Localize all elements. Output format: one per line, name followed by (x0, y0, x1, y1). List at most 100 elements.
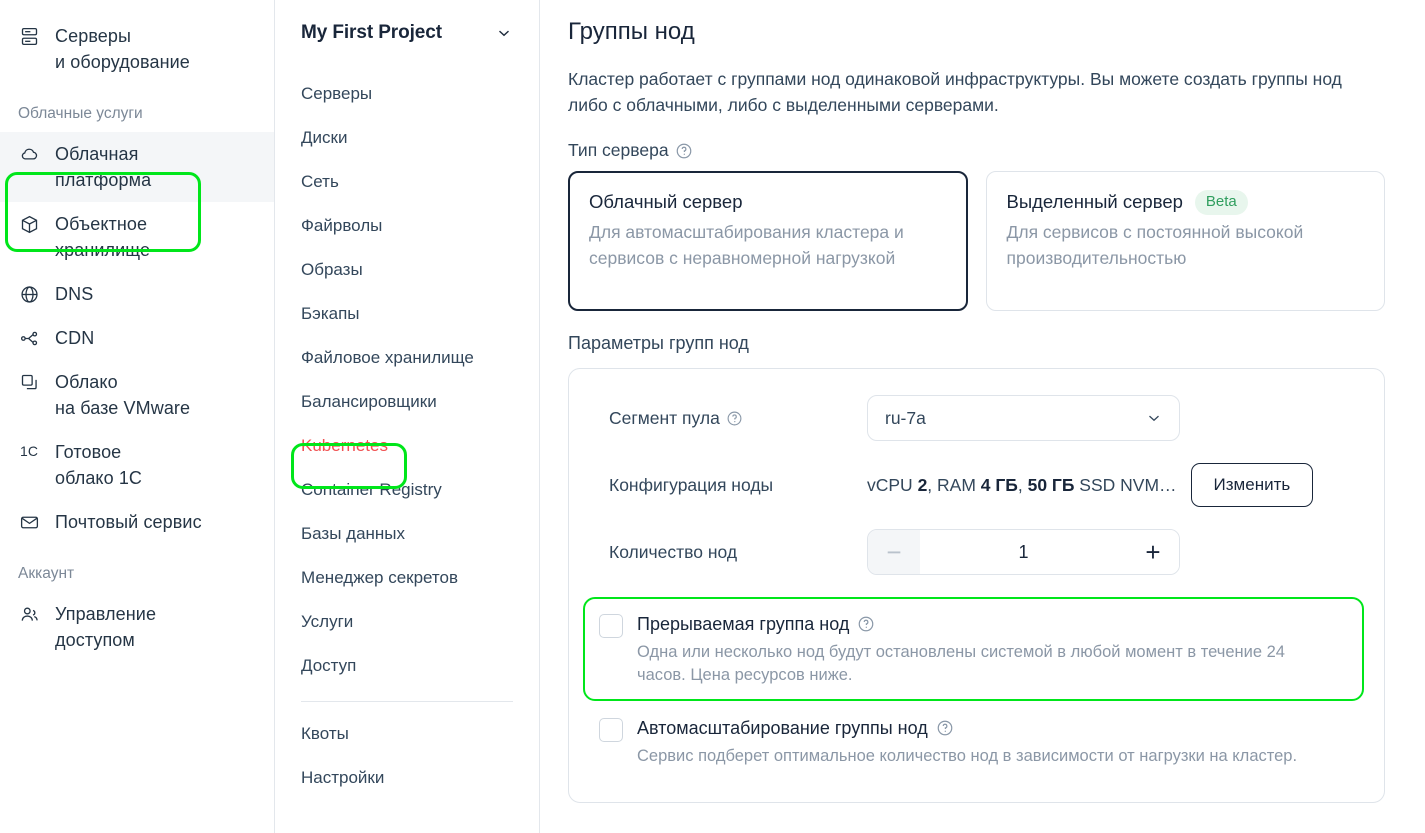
project-nav-item-disks[interactable]: Диски (275, 116, 539, 160)
pool-segment-label: Сегмент пула (609, 408, 720, 429)
change-node-config-button[interactable]: Изменить (1191, 463, 1314, 507)
node-config-mid2: , (1018, 475, 1028, 495)
autoscaling-title-row: Автомасштабирование группы нод (637, 715, 1297, 741)
sidebar-item-cloud-platform[interactable]: Облачная платформа (0, 132, 274, 202)
sidebar-item-vmware-cloud[interactable]: Облако на базе VMware (0, 360, 274, 430)
sidebar-section-title-cloud: Облачные услуги (0, 84, 274, 132)
project-nav-list: Серверы Диски Сеть Файрволы Образы Бэкап… (275, 72, 539, 800)
node-count-stepper[interactable]: − 1 + (867, 529, 1180, 575)
project-nav-item-backups[interactable]: Бэкапы (275, 292, 539, 336)
card-title-row: Выделенный сервер Beta (1007, 189, 1365, 215)
chevron-down-icon (1145, 409, 1163, 427)
project-nav-item-databases[interactable]: Базы данных (275, 512, 539, 556)
server-type-card-cloud-server[interactable]: Облачный сервер Для автомасштабирования … (568, 171, 968, 311)
project-nav-item-servers[interactable]: Серверы (275, 72, 539, 116)
project-nav-item-file-storage[interactable]: Файловое хранилище (275, 336, 539, 380)
project-name: My First Project (301, 22, 442, 44)
preemptible-title-row: Прерываемая группа нод (637, 611, 1337, 637)
page-description: Кластер работает с группами нод одинаков… (568, 66, 1385, 118)
node-count-value: 1 (920, 542, 1127, 563)
project-nav-item-settings[interactable]: Настройки (275, 756, 539, 800)
node-config-disk: 50 ГБ (1028, 475, 1075, 495)
network-nodes-icon (18, 327, 40, 349)
pool-segment-value: ru-7a (885, 408, 926, 429)
preemptible-node-group-row[interactable]: Прерываемая группа нод Одна или нескольк… (583, 597, 1364, 701)
1c-text-icon: 1C (18, 440, 40, 462)
chevron-down-icon[interactable] (495, 24, 513, 42)
preemptible-text-block: Прерываемая группа нод Одна или нескольк… (637, 611, 1337, 687)
sidebar-item-ready-cloud-1c[interactable]: 1C Готовое облако 1С (0, 430, 274, 500)
node-config-value: vCPU 2, RAM 4 ГБ, 50 ГБ SSD NVM… (867, 475, 1177, 496)
project-nav-item-kubernetes[interactable]: Kubernetes (275, 424, 539, 468)
node-config-mid1: , RAM (927, 475, 980, 495)
globe-icon (18, 283, 40, 305)
sidebar-item-label: Готовое облако 1С (55, 439, 142, 491)
server-type-cards: Облачный сервер Для автомасштабирования … (568, 171, 1385, 311)
params-section-title: Параметры групп нод (568, 333, 1385, 354)
autoscaling-title: Автомасштабирование группы нод (637, 715, 928, 741)
param-row-node-count: Количество нод − 1 + (609, 529, 1358, 575)
sidebar-item-label: Облачная платформа (55, 141, 151, 193)
sidebar-item-label: CDN (55, 325, 94, 351)
project-nav-item-container-registry[interactable]: Container Registry (275, 468, 539, 512)
project-nav-divider (301, 701, 513, 702)
node-count-decrement-button[interactable]: − (868, 530, 920, 574)
preemptible-description: Одна или несколько нод будут остановлены… (637, 641, 1337, 687)
project-selector[interactable]: My First Project (275, 16, 539, 50)
sidebar-item-label: Облако на базе VMware (55, 369, 190, 421)
autoscaling-checkbox[interactable] (599, 718, 623, 742)
sidebar-item-label: DNS (55, 281, 93, 307)
sidebar-item-cdn[interactable]: CDN (0, 316, 274, 360)
card-title: Облачный сервер (589, 189, 742, 215)
project-nav-item-services[interactable]: Услуги (275, 600, 539, 644)
sidebar-item-mail-service[interactable]: Почтовый сервис (0, 500, 274, 544)
page-title: Группы нод (568, 18, 1385, 46)
sidebar-item-servers-equipment[interactable]: Серверы и оборудование (0, 14, 274, 84)
project-nav-item-firewalls[interactable]: Файрволы (275, 204, 539, 248)
project-nav-item-network[interactable]: Сеть (275, 160, 539, 204)
autoscaling-description: Сервис подберет оптимальное количество н… (637, 745, 1297, 768)
sidebar-section-title-account: Аккаунт (0, 544, 274, 592)
cube-icon (18, 213, 40, 235)
status-badge-beta: Beta (1195, 190, 1248, 215)
sidebar-item-object-storage[interactable]: Объектное хранилище (0, 202, 274, 272)
node-config-prefix: vCPU (867, 475, 918, 495)
project-sidebar: My First Project Серверы Диски Сеть Файр… (275, 0, 540, 833)
autoscaling-text-block: Автомасштабирование группы нод Сервис по… (637, 715, 1297, 768)
pool-segment-label-group: Сегмент пула (609, 408, 867, 429)
server-type-label: Тип сервера (568, 140, 669, 161)
node-count-increment-button[interactable]: + (1127, 530, 1179, 574)
card-description: Для автомасштабирования кластера и серви… (589, 219, 947, 271)
card-description: Для сервисов с постоянной высокой произв… (1007, 219, 1365, 271)
question-circle-icon[interactable] (936, 719, 954, 737)
question-circle-icon[interactable] (675, 142, 693, 160)
node-group-params-card: Сегмент пула ru-7a (568, 368, 1385, 803)
project-nav-item-access[interactable]: Доступ (275, 644, 539, 688)
project-nav-item-balancers[interactable]: Балансировщики (275, 380, 539, 424)
node-config-suffix: SSD NVM… (1074, 475, 1176, 495)
copy-layers-icon (18, 371, 40, 393)
project-nav-item-quotas[interactable]: Квоты (275, 712, 539, 756)
project-nav-item-images[interactable]: Образы (275, 248, 539, 292)
main-content: Группы нод Кластер работает с группами н… (540, 0, 1425, 833)
node-config-vcpu: 2 (918, 475, 928, 495)
sidebar-item-access-management[interactable]: Управление доступом (0, 592, 274, 662)
preemptible-title: Прерываемая группа нод (637, 611, 849, 637)
question-circle-icon[interactable] (726, 410, 743, 427)
server-type-label-row: Тип сервера (568, 140, 1385, 161)
sidebar-item-label: Объектное хранилище (55, 211, 150, 263)
cloud-icon (18, 143, 40, 165)
node-config-ram: 4 ГБ (981, 475, 1018, 495)
server-rack-icon (18, 25, 40, 47)
pool-segment-select[interactable]: ru-7a (867, 395, 1180, 441)
param-row-pool-segment: Сегмент пула ru-7a (609, 395, 1358, 441)
autoscaling-node-group-row[interactable]: Автомасштабирование группы нод Сервис по… (583, 701, 1364, 782)
sidebar-item-label: Почтовый сервис (55, 509, 202, 535)
sidebar-item-dns[interactable]: DNS (0, 272, 274, 316)
param-row-node-config: Конфигурация ноды vCPU 2, RAM 4 ГБ, 50 Г… (609, 463, 1358, 507)
sidebar-item-label: Серверы и оборудование (55, 23, 190, 75)
server-type-card-dedicated-server[interactable]: Выделенный сервер Beta Для сервисов с по… (986, 171, 1386, 311)
project-nav-item-secrets-manager[interactable]: Менеджер секретов (275, 556, 539, 600)
question-circle-icon[interactable] (857, 615, 875, 633)
preemptible-checkbox[interactable] (599, 614, 623, 638)
